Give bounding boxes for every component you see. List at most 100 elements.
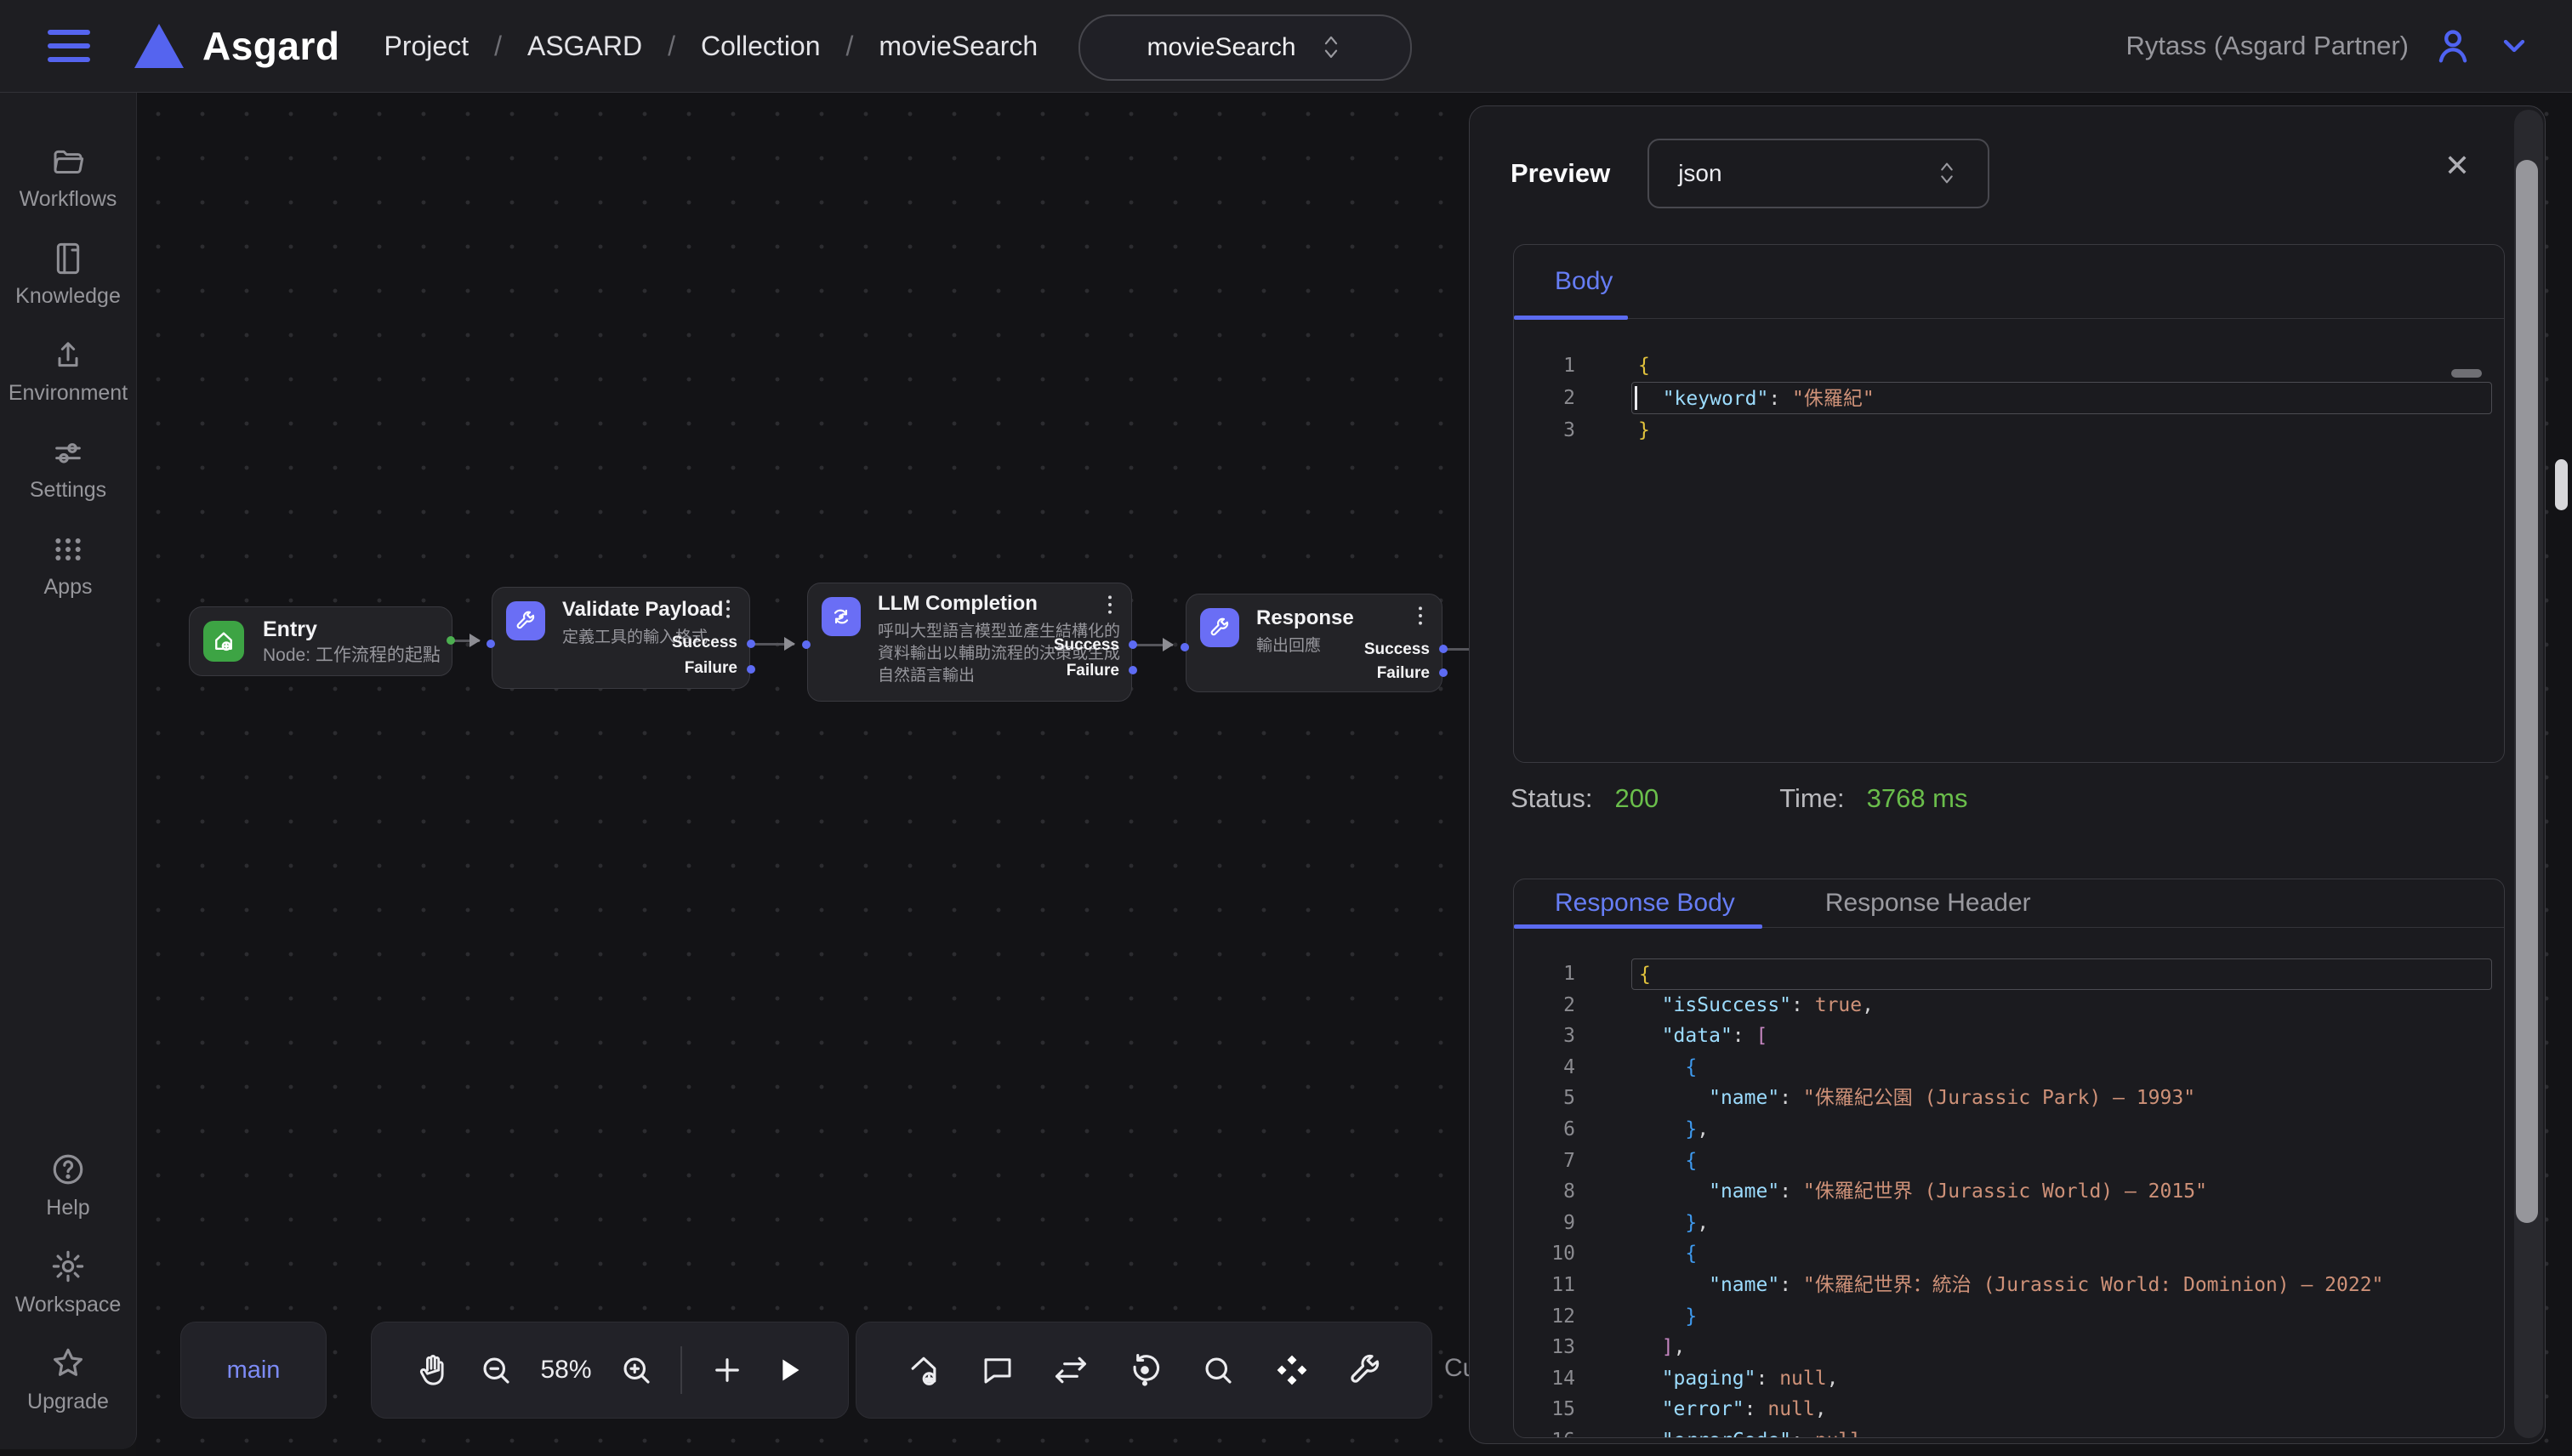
- active-tab-underline: [1514, 316, 1628, 320]
- sidebar-item-label: Apps: [44, 575, 93, 600]
- hamburger-menu-icon[interactable]: [48, 30, 90, 62]
- port-label-success: Success: [1054, 636, 1119, 655]
- port-llm-input[interactable]: [802, 640, 811, 649]
- add-entry-node-icon[interactable]: [905, 1351, 942, 1389]
- star-icon: [50, 1345, 86, 1381]
- sidebar-item-knowledge[interactable]: Knowledge: [0, 242, 136, 309]
- zoom-level-label[interactable]: 58%: [540, 1356, 591, 1385]
- panel-scrollbar-track[interactable]: [2514, 110, 2543, 1438]
- breadcrumb-collection[interactable]: Collection: [701, 31, 821, 62]
- line-number: 8: [1514, 1176, 1575, 1208]
- tab-response-body[interactable]: Response Body: [1555, 889, 1735, 918]
- code-line: 12 }: [1514, 1301, 2504, 1333]
- breadcrumb-project[interactable]: Project: [384, 31, 469, 62]
- breadcrumb-separator: /: [846, 31, 854, 62]
- entry-node-icon: [203, 621, 244, 662]
- port-response-success[interactable]: [1439, 645, 1448, 653]
- branch-button[interactable]: main: [180, 1322, 327, 1419]
- sidebar-item-label: Workspace: [15, 1293, 122, 1317]
- editor-scrollbar-dash[interactable]: [2451, 369, 2482, 378]
- request-json-editor[interactable]: 1{2 "keyword": "侏羅紀"3}: [1514, 319, 2504, 446]
- tab-response-header[interactable]: Response Header: [1825, 889, 2031, 918]
- sliders-icon: [51, 435, 85, 469]
- port-response-failure[interactable]: [1439, 668, 1448, 677]
- kebab-menu-icon[interactable]: [1101, 594, 1119, 616]
- line-number: 2: [1514, 382, 1575, 414]
- run-workflow-icon[interactable]: [771, 1353, 805, 1387]
- port-entry-output[interactable]: [447, 636, 455, 645]
- workflow-select-value: movieSearch: [1147, 33, 1295, 62]
- format-select[interactable]: json: [1647, 139, 1989, 208]
- llm-node-icon: [822, 597, 861, 636]
- status-value: 200: [1615, 783, 1659, 814]
- kebab-menu-icon[interactable]: [719, 598, 737, 620]
- response-json-viewer[interactable]: 1{2 "isSuccess": true,3 "data": [4 {5 "n…: [1514, 928, 2504, 1438]
- line-number: 10: [1514, 1238, 1575, 1270]
- pan-hand-icon[interactable]: [413, 1351, 451, 1389]
- rotate-pin-icon[interactable]: [1126, 1351, 1164, 1389]
- sidebar-item-workspace[interactable]: Workspace: [0, 1248, 136, 1317]
- kebab-menu-icon[interactable]: [1411, 605, 1430, 627]
- code-line: 6 },: [1514, 1114, 2504, 1146]
- breadcrumb-moviesearch[interactable]: movieSearch: [879, 31, 1038, 62]
- window-scrollbar-thumb[interactable]: [2555, 459, 2568, 510]
- sidebar-item-help[interactable]: Help: [0, 1152, 136, 1220]
- node-title: Validate Payload: [562, 598, 723, 622]
- node-entry[interactable]: Entry Node: 工作流程的起點: [189, 606, 452, 676]
- node-title: Response: [1256, 606, 1354, 630]
- port-validate-success[interactable]: [747, 640, 755, 648]
- user-icon[interactable]: [2431, 24, 2475, 68]
- node-llm-completion[interactable]: LLM Completion 呼叫大型語言模型並產生結構化的資料輸出以輔助流程的…: [807, 583, 1132, 702]
- node-title: Entry: [263, 617, 317, 642]
- breadcrumb-asgard[interactable]: ASGARD: [527, 31, 642, 62]
- panel-title: Preview: [1511, 158, 1610, 189]
- port-response-input[interactable]: [1181, 643, 1189, 651]
- workflow-select[interactable]: movieSearch: [1078, 14, 1412, 81]
- breadcrumb: Project / ASGARD / Collection / movieSea…: [384, 31, 1038, 62]
- branch-label: main: [227, 1356, 281, 1385]
- code-line: 3 "data": [: [1514, 1021, 2504, 1052]
- chevron-updown-icon: [1318, 33, 1344, 62]
- comment-icon[interactable]: [980, 1352, 1016, 1388]
- node-response[interactable]: Response 輸出回應 Success Failure: [1186, 594, 1442, 692]
- zoom-out-icon[interactable]: [478, 1352, 514, 1388]
- panel-scrollbar-thumb[interactable]: [2516, 160, 2538, 1223]
- user-label: Rytass (Asgard Partner): [2126, 31, 2410, 61]
- code-line: 7 {: [1514, 1146, 2504, 1177]
- upload-icon: [51, 338, 85, 373]
- tab-body[interactable]: Body: [1555, 267, 1613, 296]
- node-validate-payload[interactable]: Validate Payload 定義工具的輸入格式 Success Failu…: [492, 587, 750, 689]
- response-card: Response Body Response Header 1{2 "isSuc…: [1513, 879, 2505, 1438]
- node-subtitle: Node: 工作流程的起點: [263, 645, 441, 667]
- response-tabs: Response Body Response Header: [1514, 879, 2504, 928]
- apps-grid-icon: [51, 532, 85, 566]
- sidebar-item-environment[interactable]: Environment: [0, 338, 136, 406]
- align-diamond-icon[interactable]: [1273, 1351, 1311, 1389]
- port-label-failure: Failure: [1377, 664, 1430, 683]
- add-node-icon[interactable]: [709, 1352, 745, 1388]
- search-icon[interactable]: [1200, 1352, 1236, 1388]
- sidebar-item-settings[interactable]: Settings: [0, 435, 136, 503]
- zoom-in-icon[interactable]: [618, 1352, 654, 1388]
- tools-wrench-icon[interactable]: [1347, 1352, 1383, 1388]
- sidebar-item-apps[interactable]: Apps: [0, 532, 136, 600]
- asgard-logo-icon: [134, 24, 184, 68]
- sidebar-item-workflows[interactable]: Workflows: [0, 145, 136, 212]
- request-body-card: Body 1{2 "keyword": "侏羅紀"3}: [1513, 244, 2505, 763]
- close-panel-icon[interactable]: ✕: [2444, 151, 2470, 181]
- breadcrumb-separator: /: [668, 31, 675, 62]
- code-line: 1{: [1514, 350, 2504, 382]
- chevron-down-icon[interactable]: [2497, 29, 2531, 63]
- top-navbar: Asgard Project / ASGARD / Collection / m…: [0, 0, 2572, 93]
- port-validate-input[interactable]: [487, 640, 495, 648]
- port-llm-failure[interactable]: [1129, 666, 1137, 674]
- swap-arrows-icon[interactable]: [1052, 1351, 1090, 1389]
- port-validate-failure[interactable]: [747, 665, 755, 674]
- code-line: 2 "isSuccess": true,: [1514, 990, 2504, 1021]
- help-circle-icon: [50, 1152, 86, 1187]
- sidebar-item-label: Upgrade: [27, 1390, 109, 1414]
- port-llm-success[interactable]: [1129, 640, 1137, 649]
- sidebar-item-label: Settings: [30, 478, 106, 503]
- sidebar-item-upgrade[interactable]: Upgrade: [0, 1345, 136, 1414]
- code-line: 1{: [1514, 958, 2504, 990]
